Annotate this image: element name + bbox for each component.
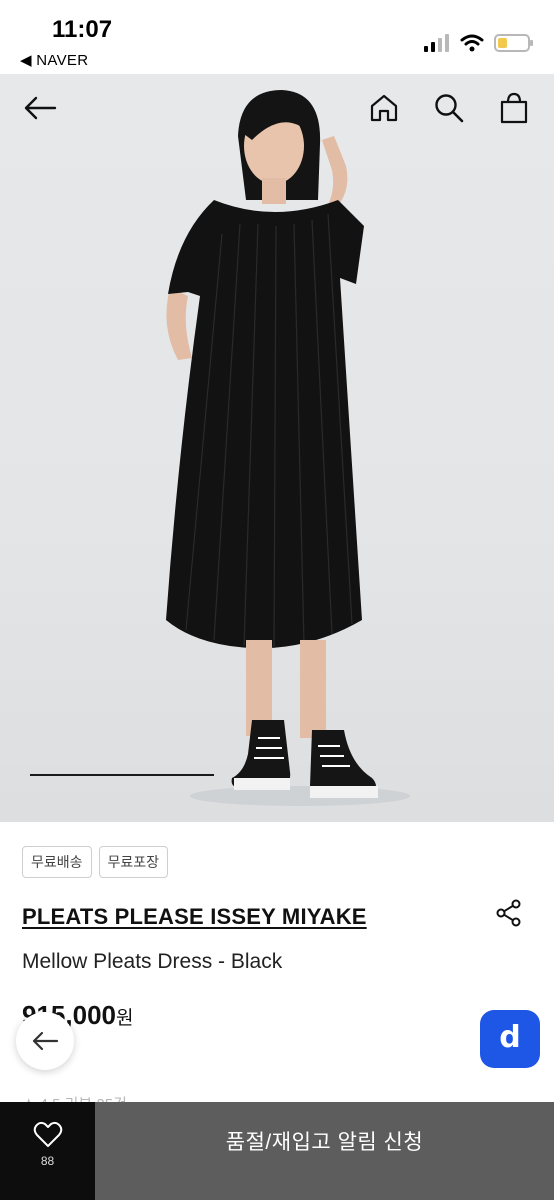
product-image-carousel[interactable] bbox=[0, 74, 554, 822]
search-button[interactable] bbox=[427, 86, 471, 130]
back-to-app-link[interactable]: ◀ NAVER bbox=[20, 51, 88, 69]
app-shortcut-button[interactable]: d bbox=[480, 1010, 540, 1068]
home-button[interactable] bbox=[362, 86, 406, 130]
share-button[interactable] bbox=[494, 898, 524, 928]
product-photo bbox=[166, 90, 410, 806]
cart-button[interactable] bbox=[492, 86, 536, 130]
benefit-badges: 무료배송 무료포장 bbox=[22, 846, 169, 878]
wifi-icon bbox=[460, 34, 484, 52]
search-icon bbox=[435, 94, 464, 123]
signal-icon bbox=[424, 34, 449, 52]
home-icon bbox=[370, 94, 398, 122]
restock-alert-button[interactable]: 품절/재입고 알림 신청 bbox=[95, 1102, 554, 1200]
back-button[interactable] bbox=[18, 86, 62, 130]
price-currency: 원 bbox=[115, 1008, 134, 1029]
back-arrow-icon bbox=[32, 1031, 59, 1051]
status-icons bbox=[424, 30, 533, 56]
like-button[interactable]: 88 bbox=[0, 1102, 95, 1200]
share-icon bbox=[496, 899, 521, 927]
app-logo: d bbox=[499, 1020, 521, 1055]
free-wrapping-badge: 무료포장 bbox=[98, 846, 169, 878]
back-arrow-icon bbox=[24, 96, 57, 120]
heart-icon bbox=[33, 1121, 62, 1147]
product-name: Mellow Pleats Dress - Black bbox=[22, 950, 283, 973]
status-time: 11:07 bbox=[52, 16, 113, 43]
shopping-bag-icon bbox=[500, 92, 528, 124]
status-bar: 11:07 ◀ NAVER bbox=[0, 0, 554, 74]
floating-back-button[interactable] bbox=[16, 1012, 74, 1070]
like-count: 88 bbox=[40, 1154, 55, 1168]
brand-link[interactable]: PLEATS PLEASE ISSEY MIYAKE bbox=[22, 904, 367, 930]
free-shipping-badge: 무료배송 bbox=[22, 846, 92, 878]
battery-icon bbox=[494, 34, 533, 52]
bottom-action-bar: 88 품절/재입고 알림 신청 bbox=[0, 1102, 554, 1200]
top-navigation bbox=[0, 74, 554, 144]
carousel-indicator bbox=[30, 774, 214, 776]
